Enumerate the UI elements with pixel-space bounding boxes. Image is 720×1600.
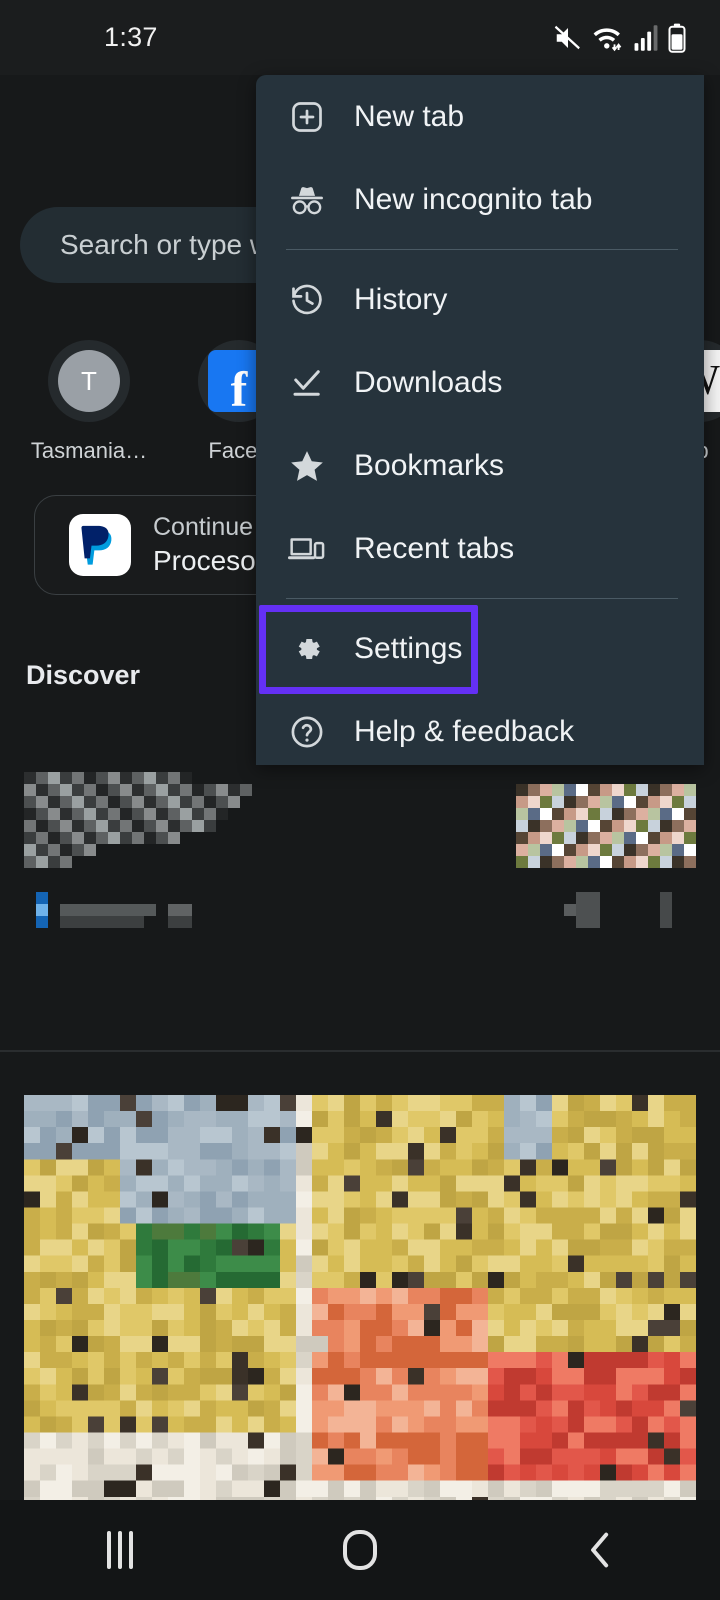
devices-icon	[286, 528, 328, 570]
system-nav-bar	[0, 1500, 720, 1600]
menu-item-downloads[interactable]: Downloads	[256, 341, 704, 424]
menu-item-label: History	[354, 282, 448, 316]
incognito-icon	[286, 179, 328, 221]
discover-heading: Discover	[26, 660, 141, 690]
phone-screen: Search or type w T Tasmania… f Faceb W i…	[0, 0, 720, 1600]
menu-item-label: Bookmarks	[354, 448, 505, 482]
history-icon	[286, 279, 328, 321]
avatar-letter-icon: T	[58, 350, 120, 412]
menu-item-label: Help & feedback	[354, 714, 575, 748]
gear-icon	[286, 628, 328, 670]
nav-home-button[interactable]	[300, 1500, 420, 1600]
feed-photo-card[interactable]	[0, 1065, 720, 1600]
browser-overflow-menu: New tab New incognito tab History Downlo…	[256, 75, 704, 765]
menu-item-label: Recent tabs	[354, 531, 515, 565]
menu-item-label: Settings	[354, 631, 463, 665]
menu-item-help-feedback[interactable]: Help & feedback	[256, 690, 704, 765]
feed-divider	[0, 1050, 720, 1052]
mute-icon	[554, 25, 580, 49]
menu-item-new-tab[interactable]: New tab	[256, 75, 704, 158]
wifi-icon	[593, 27, 622, 51]
menu-item-new-incognito-tab[interactable]: New incognito tab	[256, 158, 704, 241]
menu-item-bookmarks[interactable]: Bookmarks	[256, 424, 704, 507]
menu-item-settings[interactable]: Settings	[256, 607, 704, 690]
nav-back-button[interactable]	[540, 1500, 660, 1600]
search-placeholder: Search or type w	[60, 229, 271, 260]
nav-recents-button[interactable]	[60, 1500, 180, 1600]
menu-item-label: New tab	[354, 99, 465, 133]
recents-icon	[107, 1531, 133, 1569]
redacted-article-preview	[24, 760, 696, 1048]
home-icon	[343, 1530, 377, 1570]
menu-item-label: New incognito tab	[354, 182, 593, 216]
menu-item-label: Downloads	[354, 365, 503, 399]
menu-divider	[286, 249, 678, 250]
status-bar: 1:37	[0, 0, 720, 75]
help-circle-icon	[286, 711, 328, 753]
battery-icon	[668, 23, 686, 53]
paypal-icon	[69, 514, 131, 576]
menu-item-history[interactable]: History	[256, 258, 704, 341]
star-icon	[286, 445, 328, 487]
signal-icon	[634, 24, 658, 51]
shortcut-icon-wrapper: T	[48, 340, 130, 422]
menu-divider	[286, 598, 678, 599]
back-icon	[591, 1532, 609, 1568]
download-icon	[286, 362, 328, 404]
menu-item-recent-tabs[interactable]: Recent tabs	[256, 507, 704, 590]
new-tab-icon	[286, 96, 328, 138]
feed-article-card[interactable]	[0, 750, 720, 1048]
redacted-photo	[24, 1095, 696, 1545]
status-icons	[553, 23, 686, 53]
status-clock: 1:37	[104, 22, 158, 52]
shortcut-label: Tasmania…	[30, 438, 148, 463]
shortcut-tasmania[interactable]: T Tasmania…	[14, 340, 164, 464]
